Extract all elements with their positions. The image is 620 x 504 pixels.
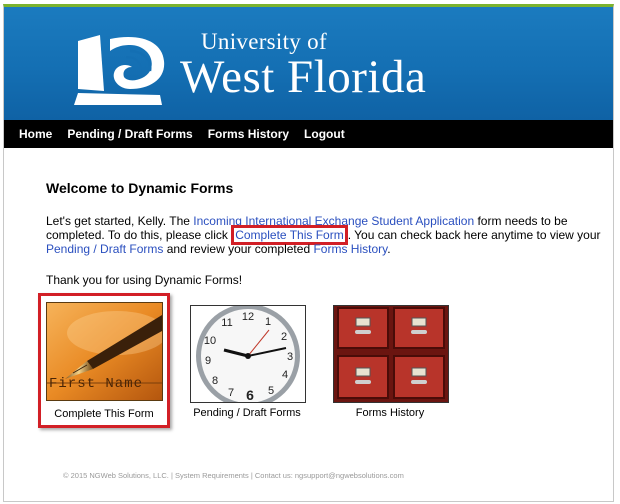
intro-text-5: . (387, 242, 391, 256)
complete-this-form-label: Complete This Form (54, 408, 154, 420)
intro-text-3: . You can check back here anytime to vie… (347, 228, 601, 242)
svg-text:5: 5 (268, 385, 274, 397)
svg-text:6: 6 (246, 387, 254, 402)
forms-history-tile[interactable]: Forms History (327, 303, 449, 423)
footer-text: © 2015 NGWeb Solutions, LLC. | System Re… (63, 471, 404, 480)
thank-you-text: Thank you for using Dynamic Forms! (46, 273, 243, 287)
svg-text:11: 11 (221, 317, 232, 329)
fountain-pen-icon: First Name (46, 302, 163, 401)
forms-history-link[interactable]: Forms History (313, 242, 387, 256)
svg-text:8: 8 (212, 375, 218, 387)
intro-text-1: Let's get started, Kelly. The (46, 214, 194, 228)
svg-text:10: 10 (204, 335, 216, 347)
svg-text:7: 7 (228, 387, 234, 399)
pending-draft-forms-label: Pending / Draft Forms (193, 407, 301, 419)
pending-draft-forms-tile[interactable]: 12 1 2 3 4 5 6 7 8 9 10 11 Pending / Dra… (187, 303, 307, 423)
svg-text:9: 9 (205, 355, 211, 367)
first-name-image-text: First Name (49, 376, 144, 392)
forms-history-label: Forms History (355, 407, 425, 419)
nav-home[interactable]: Home (19, 127, 52, 141)
svg-text:1: 1 (265, 316, 271, 328)
clock-icon: 12 1 2 3 4 5 6 7 8 9 10 11 (190, 305, 306, 403)
intro-text-4: and review your completed (163, 242, 314, 256)
nav-logout[interactable]: Logout (304, 127, 345, 141)
pending-draft-forms-link[interactable]: Pending / Draft Forms (46, 242, 163, 256)
svg-text:3: 3 (287, 351, 293, 363)
site-header: University of West Florida (4, 7, 613, 120)
logo-text-west-florida: West Florida (180, 51, 427, 103)
page-title: Welcome to Dynamic Forms (46, 180, 234, 196)
top-nav: Home Pending / Draft Forms Forms History… (4, 120, 613, 148)
svg-text:4: 4 (282, 369, 288, 381)
nav-pending-draft-forms[interactable]: Pending / Draft Forms (67, 127, 192, 141)
uwf-logo-icon (74, 35, 165, 105)
file-cabinet-icon (333, 305, 449, 403)
nav-forms-history[interactable]: Forms History (208, 127, 289, 141)
svg-text:12: 12 (242, 311, 254, 323)
complete-this-form-tile[interactable]: First Name Complete This Form (38, 293, 170, 428)
intro-paragraph: Let's get started, Kelly. The Incoming I… (46, 214, 606, 256)
svg-text:2: 2 (281, 331, 287, 343)
